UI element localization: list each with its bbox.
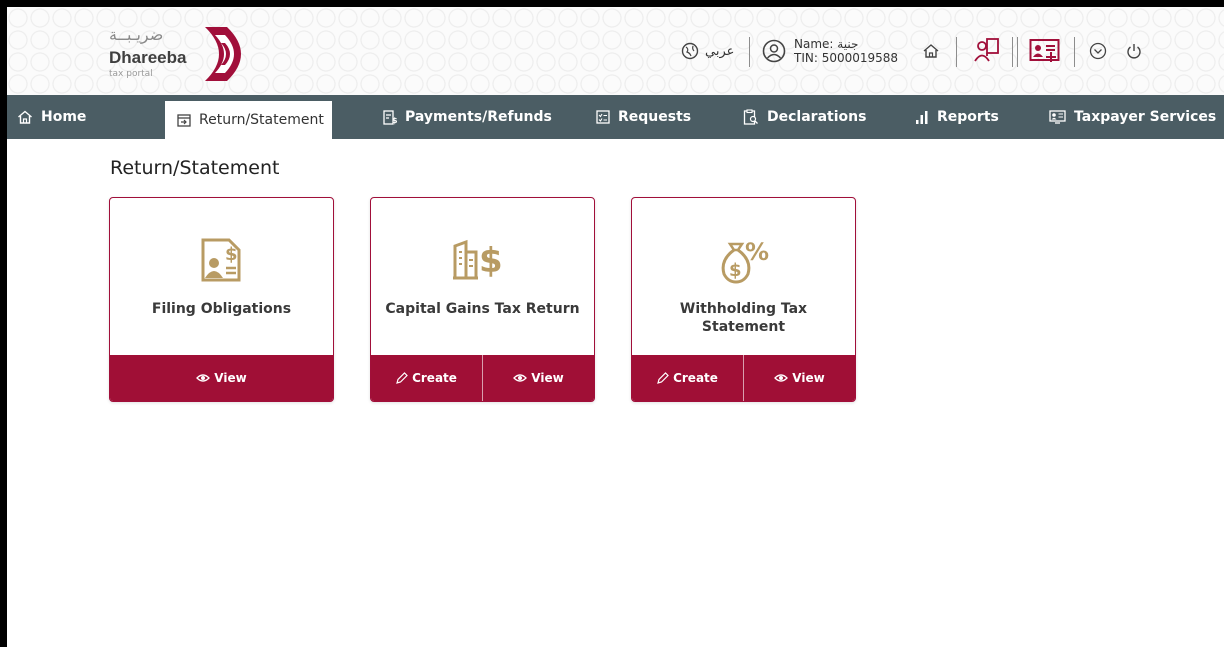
power-icon [1127,44,1141,59]
divider [1017,37,1018,67]
clipboard-search-icon [743,109,759,125]
building-dollar-icon: $ [371,238,594,282]
svg-text:$: $ [392,116,397,125]
header: ضريـبــة Dhareeba tax portal عربي Name: … [7,7,1224,95]
logo-subtitle: tax portal [109,69,153,79]
main-nav: Home Return/Statement $ Payments/Refunds… [7,95,1224,139]
nav-home[interactable]: Home [17,95,86,139]
card-title: Capital Gains Tax Return [385,301,580,317]
app-frame: ضريـبــة Dhareeba tax portal عربي Name: … [7,7,1224,647]
svg-text:$: $ [225,244,238,265]
view-label: View [792,371,825,385]
logo[interactable]: ضريـبــة Dhareeba tax portal [107,19,267,87]
nav-reports[interactable]: Reports [915,95,999,139]
card-actions: Create View [632,355,855,401]
view-button[interactable]: View [110,355,333,401]
home-icon [17,109,33,125]
pencil-icon [657,372,669,384]
divider [749,37,750,67]
nav-label: Home [41,109,87,125]
eye-icon [774,374,789,382]
create-label: Create [412,371,457,385]
nav-label: Taxpayer Services [1074,109,1217,125]
card-capital-gains-tax-return: $ Capital Gains Tax Return Create View [370,197,595,402]
user-name: Name: جنية [794,37,859,51]
nav-requests[interactable]: Requests [596,95,691,139]
home-icon [923,44,939,58]
create-button[interactable]: Create [371,355,482,401]
user-tin: TIN: 5000019588 [794,51,899,65]
user-circle-icon [762,39,786,63]
card-withholding-tax-statement: $ % Withholding Tax Statement Create Vie… [631,197,856,402]
page-title: Return/Statement [110,157,280,179]
add-card-icon [1029,39,1060,62]
card-title: Filing Obligations [151,301,292,317]
card-actions: View [110,355,333,401]
card-filing-obligations: $ Filing Obligations View [109,197,334,402]
nav-label: Reports [937,109,999,125]
card-actions: Create View [371,355,594,401]
svg-text:%: % [745,238,769,266]
user-info[interactable]: Name: جنية TIN: 5000019588 [762,7,898,95]
tab-return-statement[interactable]: Return/Statement [165,101,332,139]
checklist-icon [596,110,610,124]
nav-declarations[interactable]: Declarations [743,95,866,139]
view-label: View [531,371,564,385]
nav-label: Payments/Refunds [405,109,552,125]
logout-button[interactable] [1125,7,1143,95]
divider [956,37,957,67]
user-details: Name: جنية TIN: 5000019588 [794,37,898,65]
logo-arabic: ضريـبــة [109,25,164,44]
more-options-button[interactable] [1089,7,1107,95]
nav-payments-refunds[interactable]: $ Payments/Refunds [383,95,552,139]
nav-label: Return/Statement [199,112,324,128]
bar-chart-icon [915,110,929,124]
guide-button[interactable] [973,7,1001,95]
card-title: Withholding Tax Statement [679,301,808,335]
svg-text:$: $ [729,260,742,281]
logo-english: Dhareeba [109,48,187,67]
book-user-icon [974,38,999,62]
create-label: Create [673,371,718,385]
money-bag-percent-icon: $ % [632,238,855,284]
divider [1074,37,1075,67]
chevron-down-circle-icon [1089,42,1107,60]
eye-icon [196,374,211,382]
create-button[interactable]: Create [632,355,743,401]
add-card-button[interactable] [1029,7,1061,95]
calendar-arrow-icon [177,113,191,127]
home-shortcut-button[interactable] [922,7,940,95]
language-label: عربي [705,43,735,59]
view-button[interactable]: View [482,355,594,401]
language-switch[interactable]: عربي [681,7,734,95]
view-button[interactable]: View [743,355,855,401]
eye-icon [513,374,528,382]
id-card-icon [1049,110,1066,124]
pencil-icon [396,372,408,384]
globe-icon [681,42,699,60]
view-label: View [214,371,247,385]
payments-doc-icon: $ [383,109,397,125]
divider [1012,37,1013,67]
nav-taxpayer-services[interactable]: Taxpayer Services [1049,95,1216,139]
filing-doc-icon: $ [110,238,333,282]
nav-label: Declarations [767,109,867,125]
logo-mark-icon [205,27,241,81]
svg-text:$: $ [479,241,503,281]
nav-label: Requests [618,109,692,125]
